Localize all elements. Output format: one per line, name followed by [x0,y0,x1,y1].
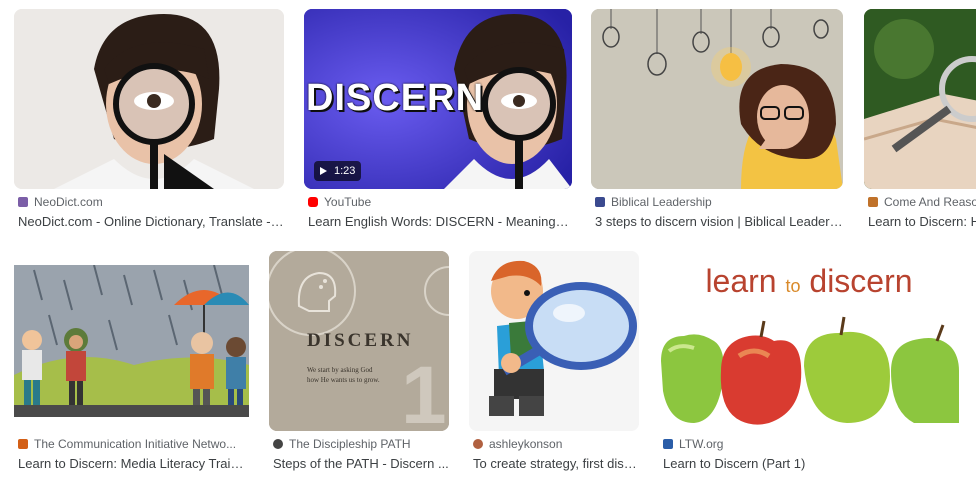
result-thumbnail[interactable] [864,9,976,189]
woman-magnifier-image [14,9,284,189]
youtube-favicon-icon [308,197,318,207]
result-source[interactable]: Come And Reaso [868,194,976,210]
result-thumbnail[interactable] [469,251,639,431]
result-title[interactable]: Learn English Words: DISCERN - Meaning, … [308,214,572,232]
bible-magnifier-image [864,9,976,189]
result-title[interactable]: Learn to Discern: Ho [868,214,976,232]
result-card[interactable]: Come And Reaso Learn to Discern: Ho [864,9,976,234]
lightbulbs-woman-image [591,9,843,189]
result-title[interactable]: 3 steps to discern vision | Biblical Lea… [595,214,843,232]
result-source[interactable]: Biblical Leadership [595,194,712,210]
result-title[interactable]: To create strategy, first disc... [473,456,639,474]
thumb-text: DISCERN [306,77,485,119]
thumb-heading: DISCERN [307,330,414,351]
result-thumbnail[interactable]: DISCERN 1:23 [304,9,572,189]
result-thumbnail[interactable] [591,9,843,189]
neodict-favicon-icon [18,197,28,207]
result-source[interactable]: The Discipleship PATH [273,436,411,452]
result-thumbnail[interactable] [14,9,284,189]
biblical-leadership-favicon-icon [595,197,605,207]
discipleship-path-favicon-icon [273,439,283,449]
cartoon-magnifier-image [469,251,639,431]
result-source[interactable]: ashleykonson [473,436,562,452]
result-title[interactable]: Steps of the PATH - Discern ... [273,456,449,474]
thumb-subtext: We start by asking God [307,366,373,374]
result-source[interactable]: NeoDict.com [18,194,103,210]
result-source[interactable]: The Communication Initiative Netwo... [18,436,236,452]
result-source[interactable]: YouTube [308,194,371,210]
media-literacy-illustration [14,265,249,417]
result-title[interactable]: NeoDict.com - Online Dictionary, Transla… [18,214,284,232]
result-title[interactable]: Learn to Discern: Media Literacy Trainer… [18,456,249,474]
result-card[interactable]: DISCERN 1:23 YouTube Learn English Words… [304,9,572,234]
result-card[interactable]: NeoDict.com NeoDict.com - Online Diction… [14,9,284,234]
thumb-heading: learn to discern [705,263,913,299]
result-source[interactable]: LTW.org [663,436,723,452]
comminit-favicon-icon [18,439,28,449]
come-and-reason-favicon-icon [868,197,878,207]
result-card[interactable]: ashleykonson To create strategy, first d… [469,251,639,476]
result-card[interactable]: DISCERN We start by asking God how He wa… [269,251,449,476]
result-title[interactable]: Learn to Discern (Part 1) [663,456,959,474]
thumb-number: 1 [401,350,447,432]
ashleykonson-favicon-icon [473,439,483,449]
play-icon [320,167,327,175]
result-thumbnail[interactable] [14,265,249,417]
result-thumbnail[interactable]: learn to discern [659,251,959,431]
thumb-subtext: how He wants us to grow. [307,376,380,384]
result-card[interactable]: Biblical Leadership 3 steps to discern v… [591,9,843,234]
result-card[interactable]: learn to discern LTW.org Learn to Discer… [659,251,959,476]
video-duration-badge: 1:23 [314,161,362,181]
result-card[interactable]: The Communication Initiative Netwo... Le… [14,251,249,476]
result-thumbnail[interactable]: DISCERN We start by asking God how He wa… [269,251,449,431]
ltw-favicon-icon [663,439,673,449]
